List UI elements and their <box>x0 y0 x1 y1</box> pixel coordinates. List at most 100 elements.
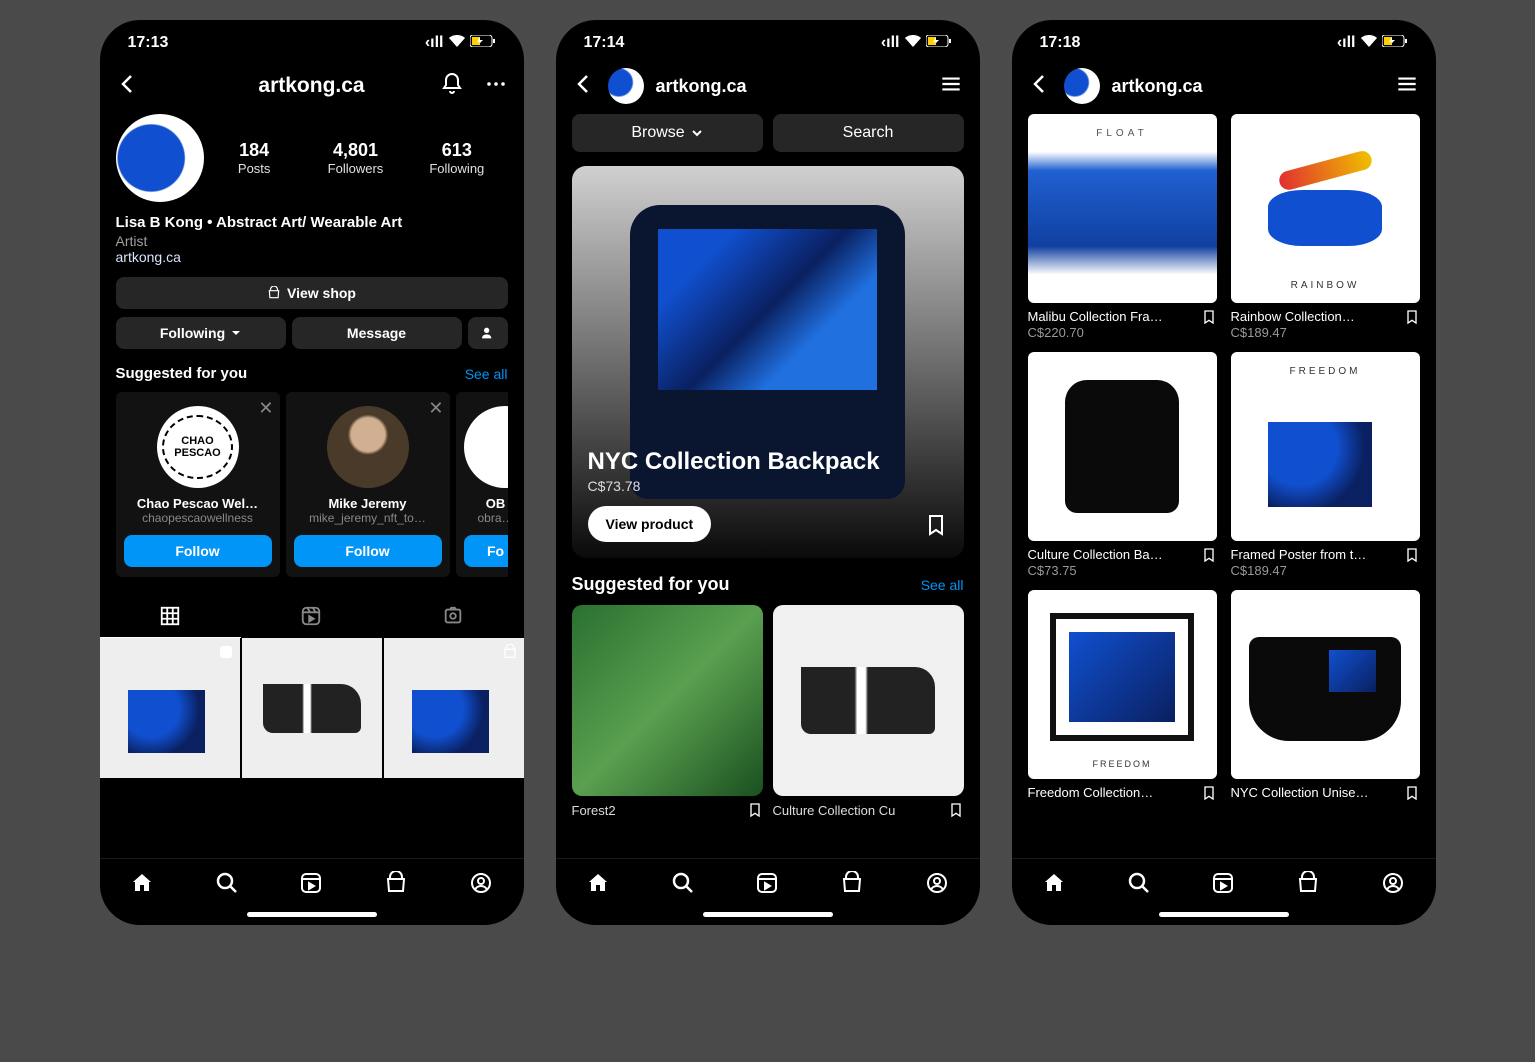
product-card[interactable]: RAINBOW Rainbow Collection… C$189.47 <box>1231 114 1420 340</box>
profile-nav-icon[interactable] <box>925 871 949 900</box>
more-icon[interactable] <box>484 72 508 101</box>
reels-nav-icon[interactable] <box>755 871 779 900</box>
bookmark-icon[interactable] <box>1404 785 1420 801</box>
wifi-icon <box>449 34 465 52</box>
back-button[interactable] <box>116 72 140 101</box>
bookmark-icon[interactable] <box>1201 547 1217 563</box>
suggestion-avatar <box>327 406 409 488</box>
following-stat[interactable]: 613Following <box>406 140 507 176</box>
view-shop-button[interactable]: View shop <box>116 277 508 309</box>
close-icon[interactable]: ✕ <box>258 398 273 419</box>
shop-header: artkong.ca <box>1012 58 1436 114</box>
suggestion-avatar <box>464 406 508 488</box>
shop-grid-screen: 17:18 ‹ıll artkong.ca FLOAT Malibu Colle… <box>1012 20 1436 925</box>
reels-nav-icon[interactable] <box>299 871 323 900</box>
post-thumbnail[interactable] <box>242 638 382 778</box>
profile-nav-icon[interactable] <box>1381 871 1405 900</box>
suggestion-card[interactable]: ✕ Mike Jeremy mike_jeremy_nft_to… Follow <box>286 392 450 577</box>
bookmark-icon[interactable] <box>747 802 763 818</box>
product-card[interactable]: FREEDOM Freedom Collection… <box>1028 590 1217 801</box>
battery-icon <box>470 34 496 52</box>
status-icons: ‹ıll <box>881 34 952 52</box>
menu-icon[interactable] <box>1394 71 1420 102</box>
message-button[interactable]: Message <box>292 317 462 349</box>
shop-header: artkong.ca <box>556 58 980 114</box>
suggested-title: Suggested for you <box>116 365 248 382</box>
product-image <box>773 605 964 796</box>
search-icon[interactable] <box>1127 871 1151 900</box>
shop-avatar[interactable] <box>1064 68 1100 104</box>
close-icon[interactable]: ✕ <box>428 398 443 419</box>
signal-icon: ‹ıll <box>881 34 900 52</box>
bookmark-icon[interactable] <box>1404 309 1420 325</box>
reels-icon <box>300 605 322 627</box>
shop-nav-icon[interactable] <box>1296 871 1320 900</box>
follow-button[interactable]: Follow <box>124 535 272 567</box>
product-card[interactable]: Culture Collection Ba… C$73.75 <box>1028 352 1217 578</box>
bookmark-icon[interactable] <box>924 513 948 542</box>
bookmark-icon[interactable] <box>1201 309 1217 325</box>
product-grid[interactable]: FLOAT Malibu Collection Fra… C$220.70 RA… <box>1028 114 1420 801</box>
bio-name: Lisa B Kong • Abstract Art/ Wearable Art <box>116 214 508 231</box>
search-button[interactable]: Search <box>773 114 964 152</box>
following-button[interactable]: Following <box>116 317 286 349</box>
home-icon[interactable] <box>130 871 154 900</box>
shop-nav-icon[interactable] <box>840 871 864 900</box>
bio-link[interactable]: artkong.ca <box>116 249 508 265</box>
suggestion-avatar <box>157 406 239 488</box>
bookmark-icon[interactable] <box>1404 547 1420 563</box>
product-image: FREEDOM <box>1028 590 1217 779</box>
add-user-button[interactable] <box>468 317 508 349</box>
view-product-button[interactable]: View product <box>588 506 712 542</box>
status-time: 17:13 <box>128 34 169 52</box>
product-card[interactable]: Culture Collection Cu <box>773 605 964 818</box>
home-indicator[interactable] <box>703 912 833 917</box>
bookmark-icon[interactable] <box>1201 785 1217 801</box>
profile-avatar[interactable] <box>116 114 204 202</box>
posts-stat[interactable]: 184Posts <box>204 140 305 176</box>
bottom-nav <box>100 858 524 908</box>
tab-tagged[interactable] <box>382 595 523 638</box>
shop-avatar[interactable] <box>608 68 644 104</box>
battery-icon <box>926 34 952 52</box>
see-all-link[interactable]: See all <box>465 366 508 382</box>
tab-reels[interactable] <box>241 595 382 638</box>
notifications-icon[interactable] <box>440 72 464 101</box>
product-card[interactable]: FLOAT Malibu Collection Fra… C$220.70 <box>1028 114 1217 340</box>
wifi-icon <box>905 34 921 52</box>
back-button[interactable] <box>1028 72 1052 101</box>
product-card[interactable]: NYC Collection Unise… <box>1231 590 1420 801</box>
see-all-link[interactable]: See all <box>921 577 964 593</box>
shop-icon <box>267 286 281 300</box>
reels-nav-icon[interactable] <box>1211 871 1235 900</box>
product-image: RAINBOW <box>1231 114 1420 303</box>
suggestion-list[interactable]: ✕ Chao Pescao Wel… chaopescaowellness Fo… <box>116 392 508 577</box>
home-indicator[interactable] <box>1159 912 1289 917</box>
hero-product[interactable]: NYC Collection Backpack C$73.78 View pro… <box>572 166 964 558</box>
profile-nav-icon[interactable] <box>469 871 493 900</box>
browse-button[interactable]: Browse <box>572 114 763 152</box>
search-icon[interactable] <box>215 871 239 900</box>
signal-icon: ‹ıll <box>1337 34 1356 52</box>
follow-button[interactable]: Follow <box>294 535 442 567</box>
search-icon[interactable] <box>671 871 695 900</box>
home-indicator[interactable] <box>247 912 377 917</box>
page-title: artkong.ca <box>1112 76 1203 97</box>
suggestion-card[interactable]: ✕ Chao Pescao Wel… chaopescaowellness Fo… <box>116 392 280 577</box>
bookmark-icon[interactable] <box>948 802 964 818</box>
home-icon[interactable] <box>586 871 610 900</box>
product-card[interactable]: Forest2 <box>572 605 763 818</box>
product-card[interactable]: FREEDOM Framed Poster from t… C$189.47 <box>1231 352 1420 578</box>
back-button[interactable] <box>572 72 596 101</box>
menu-icon[interactable] <box>938 71 964 102</box>
shop-nav-icon[interactable] <box>384 871 408 900</box>
chevron-down-icon <box>691 127 703 139</box>
bottom-nav <box>1012 858 1436 908</box>
post-thumbnail[interactable] <box>100 638 240 778</box>
post-thumbnail[interactable] <box>384 638 524 778</box>
suggestion-card[interactable]: OB obra… Fo <box>456 392 508 577</box>
home-icon[interactable] <box>1042 871 1066 900</box>
followers-stat[interactable]: 4,801Followers <box>305 140 406 176</box>
tab-grid[interactable] <box>100 595 241 638</box>
follow-button[interactable]: Fo <box>464 535 508 567</box>
